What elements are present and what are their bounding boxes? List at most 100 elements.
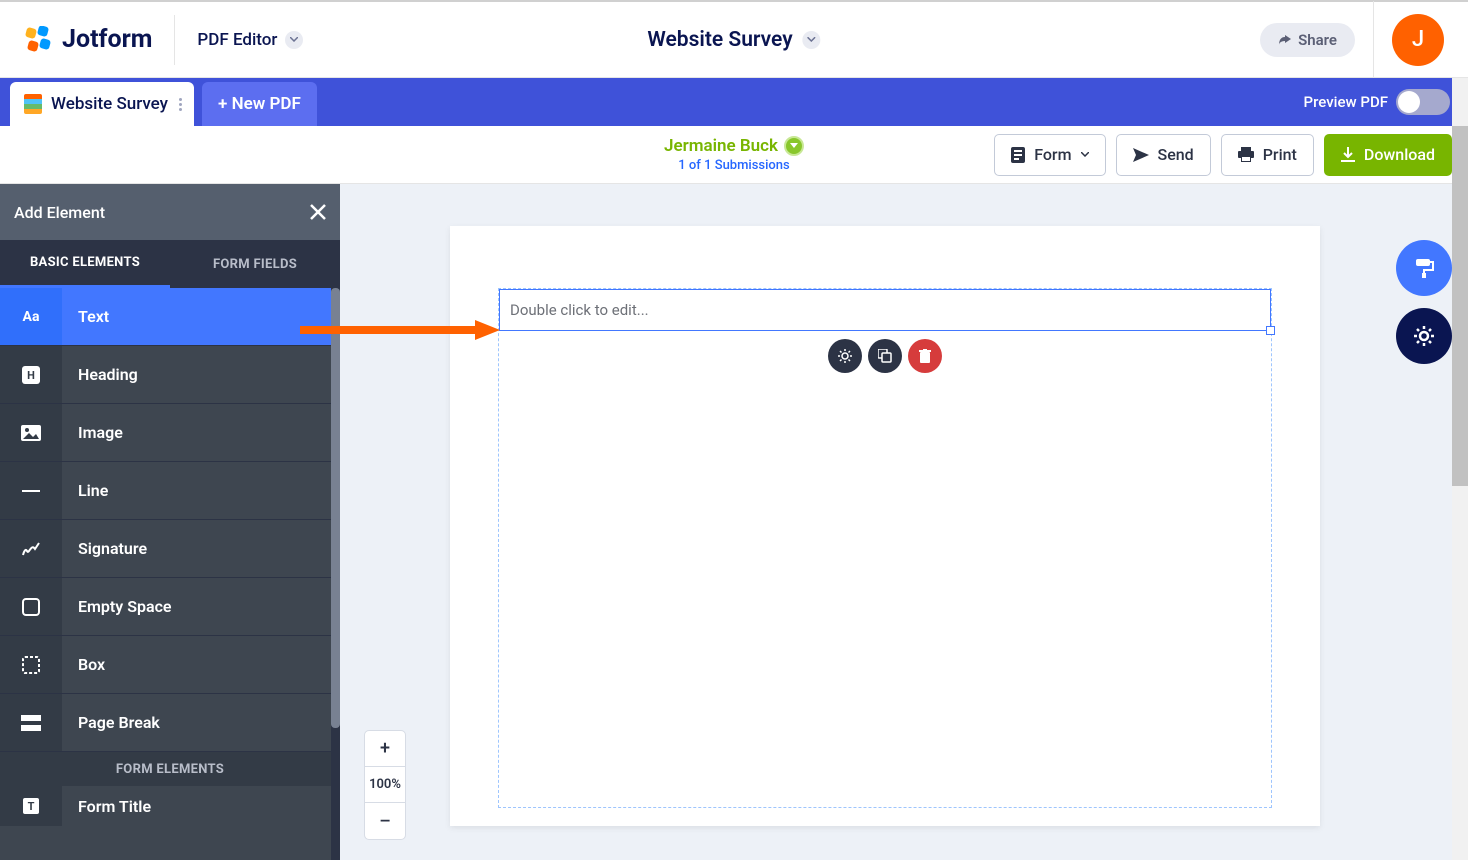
zoom-out-button[interactable]: – <box>365 803 405 839</box>
element-line[interactable]: Line <box>0 462 340 520</box>
element-label: Box <box>62 655 105 674</box>
elements-list: Aa Text H Heading Image Line Signature <box>0 288 340 860</box>
form-icon <box>1011 147 1025 163</box>
element-label: Empty Space <box>62 597 172 616</box>
brand-logo[interactable]: Jotform <box>24 25 152 54</box>
text-element[interactable]: Double click to edit... <box>499 289 1271 331</box>
element-label: Image <box>62 423 123 442</box>
element-signature[interactable]: Signature <box>0 520 340 578</box>
element-heading[interactable]: H Heading <box>0 346 340 404</box>
zoom-level: 100% <box>365 767 405 803</box>
element-page-break[interactable]: Page Break <box>0 694 340 752</box>
toolbar: Jermaine Buck 1 of 1 Submissions Form Se… <box>0 126 1468 184</box>
document-title-dropdown[interactable]: Website Survey <box>647 28 820 52</box>
sidebar-header: Add Element <box>0 184 340 240</box>
user-avatar[interactable]: J <box>1392 14 1444 66</box>
line-icon <box>0 462 62 519</box>
tab-label: Website Survey <box>51 94 168 114</box>
send-button[interactable]: Send <box>1116 134 1211 176</box>
submitter-label: Jermaine Buck <box>664 136 778 156</box>
tab-form-fields[interactable]: FORM FIELDS <box>170 240 340 288</box>
element-label: Text <box>62 307 109 326</box>
annotation-arrow <box>300 320 500 340</box>
document-title: Website Survey <box>647 28 792 52</box>
form-dropdown-button[interactable]: Form <box>994 134 1105 176</box>
page-scrollbar[interactable] <box>1452 78 1468 860</box>
app-header: Jotform PDF Editor Website Survey Share … <box>0 0 1468 78</box>
chevron-down-icon <box>1081 152 1089 157</box>
paint-roller-button[interactable] <box>1396 240 1452 296</box>
scrollbar-thumb[interactable] <box>1452 126 1468 486</box>
submission-nav[interactable]: Jermaine Buck 1 of 1 Submissions <box>664 136 804 173</box>
paint-roller-icon <box>1412 256 1436 280</box>
document-tab[interactable]: Website Survey <box>10 82 194 126</box>
element-label: Page Break <box>62 713 160 732</box>
vertical-divider <box>174 15 175 65</box>
kebab-menu-icon[interactable] <box>177 96 184 113</box>
preview-pdf-toggle[interactable]: Preview PDF <box>1304 89 1450 115</box>
settings-button[interactable] <box>1396 308 1452 364</box>
element-empty-space[interactable]: Empty Space <box>0 578 340 636</box>
print-button[interactable]: Print <box>1221 134 1314 176</box>
element-label: Form Title <box>62 797 151 816</box>
jotform-logo-icon <box>24 26 52 54</box>
print-label: Print <box>1263 145 1297 164</box>
signature-icon <box>0 520 62 577</box>
page-break-icon <box>0 694 62 751</box>
preview-label: Preview PDF <box>1304 93 1388 111</box>
editor-dropdown[interactable]: PDF Editor <box>197 30 303 50</box>
download-label: Download <box>1364 145 1435 164</box>
new-pdf-button[interactable]: + New PDF <box>202 82 317 126</box>
element-label: Signature <box>62 539 147 558</box>
editor-label: PDF Editor <box>197 30 277 50</box>
download-button[interactable]: Download <box>1324 134 1452 176</box>
svg-text:T: T <box>28 800 35 813</box>
copy-icon <box>878 349 892 363</box>
field-drop-zone: Double click to edit... <box>498 288 1272 808</box>
scrollbar-thumb[interactable] <box>331 288 340 728</box>
chevron-down-icon <box>285 31 303 49</box>
chevron-down-circle-icon[interactable] <box>784 136 804 156</box>
avatar-initial: J <box>1412 27 1424 52</box>
sidebar-scrollbar[interactable] <box>331 288 340 860</box>
form-title-icon: T <box>0 786 62 826</box>
close-icon[interactable] <box>310 204 326 220</box>
element-box[interactable]: Box <box>0 636 340 694</box>
heading-icon: H <box>0 346 62 403</box>
toolbar-actions: Form Send Print Download <box>994 134 1452 176</box>
element-form-title[interactable]: T Form Title <box>0 786 340 826</box>
toggle-switch[interactable] <box>1396 89 1450 115</box>
form-icon <box>24 94 42 114</box>
canvas: Double click to edit... + 10 <box>340 184 1428 860</box>
element-duplicate-button[interactable] <box>868 339 902 373</box>
element-toolbar <box>499 339 1271 373</box>
form-label: Form <box>1034 145 1071 164</box>
submitter-name: Jermaine Buck <box>664 136 804 156</box>
resize-handle[interactable] <box>1266 326 1275 335</box>
brand-name: Jotform <box>62 25 152 54</box>
chevron-down-icon <box>803 31 821 49</box>
sidebar-tabs: BASIC ELEMENTS FORM FIELDS <box>0 240 340 288</box>
print-icon <box>1238 147 1254 162</box>
document-tabbar: Website Survey + New PDF Preview PDF <box>0 78 1468 126</box>
section-form-elements: FORM ELEMENTS <box>0 752 340 786</box>
element-settings-button[interactable] <box>828 339 862 373</box>
element-text[interactable]: Aa Text <box>0 288 340 346</box>
trash-icon <box>919 349 931 363</box>
share-button[interactable]: Share <box>1260 23 1355 57</box>
element-delete-button[interactable] <box>908 339 942 373</box>
pdf-page[interactable]: Double click to edit... <box>450 226 1320 826</box>
zoom-in-button[interactable]: + <box>365 731 405 767</box>
share-arrow-icon <box>1278 34 1292 46</box>
tab-basic-elements[interactable]: BASIC ELEMENTS <box>0 240 170 288</box>
svg-text:H: H <box>27 369 35 382</box>
download-icon <box>1341 147 1355 163</box>
sidebar-title: Add Element <box>14 203 105 222</box>
main-area: Add Element BASIC ELEMENTS FORM FIELDS A… <box>0 184 1468 860</box>
send-label: Send <box>1158 145 1194 164</box>
box-icon <box>0 636 62 693</box>
header-right: Share J <box>1260 1 1444 79</box>
text-icon: Aa <box>0 288 62 345</box>
element-label: Line <box>62 481 108 500</box>
element-image[interactable]: Image <box>0 404 340 462</box>
